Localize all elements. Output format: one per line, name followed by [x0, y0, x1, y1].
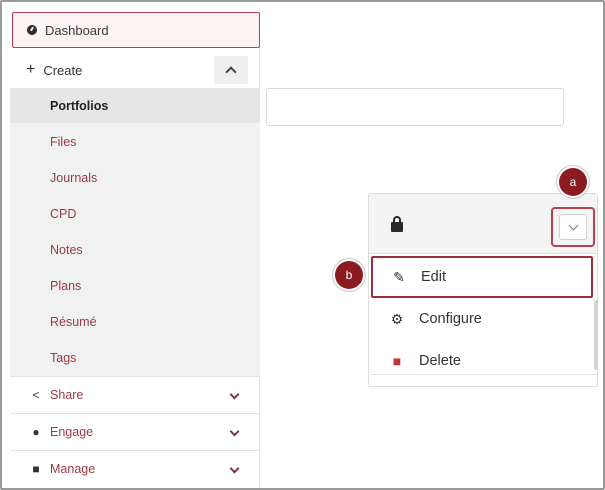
text-field[interactable]: [266, 88, 564, 126]
submenu-item-label: Journals: [50, 170, 98, 185]
chevron-down-icon: [568, 220, 578, 230]
share-label: Share: [50, 388, 84, 402]
callout-badge-a: a: [559, 168, 587, 196]
submenu-item-label: Portfolios: [50, 98, 109, 113]
submenu-item-resume[interactable]: Résumé: [10, 304, 260, 339]
sidebar-item-engage[interactable]: ● Engage: [10, 413, 260, 450]
chevron-down-icon: [229, 463, 240, 474]
create-label: Create: [43, 62, 83, 78]
menu-item-configure[interactable]: ⚙ Configure: [371, 298, 593, 340]
cogs-icon: ⚙: [390, 310, 404, 327]
trash-icon: ■: [392, 353, 402, 369]
submenu-item-cpd[interactable]: CPD: [10, 196, 260, 231]
menu-item-edit[interactable]: ✎ Edit: [371, 256, 593, 298]
dashboard-icon: [27, 25, 37, 35]
menu-item-label: Delete: [419, 353, 461, 369]
sidebar-item-create[interactable]: + Create: [10, 52, 260, 88]
menu-item-label: Edit: [421, 269, 446, 285]
people-icon: ●: [32, 425, 40, 439]
submenu-item-label: Tags: [50, 350, 77, 365]
engage-label: Engage: [50, 425, 94, 439]
submenu-item-label: Résumé: [50, 314, 97, 329]
toggle-inner: [559, 214, 587, 240]
submenu-item-notes[interactable]: Notes: [10, 232, 260, 267]
scrollbar[interactable]: [594, 300, 598, 370]
create-submenu: Portfolios Files Journals CPD Notes Plan…: [10, 88, 260, 376]
submenu-item-label: CPD: [50, 206, 77, 221]
sidebar-item-manage[interactable]: ■ Manage: [10, 450, 260, 487]
submenu-item-tags[interactable]: Tags: [10, 340, 260, 375]
submenu-item-files[interactable]: Files: [10, 124, 260, 159]
submenu-item-plans[interactable]: Plans: [10, 268, 260, 303]
submenu-item-portfolios[interactable]: Portfolios: [10, 88, 260, 123]
submenu-item-label: Notes: [50, 242, 83, 257]
submenu-item-label: Plans: [50, 278, 82, 293]
sidebar-nav: Dashboard + Create Portfolios Files Jour…: [10, 10, 260, 488]
callout-badge-b: b: [335, 261, 363, 289]
sidebar-item-dashboard[interactable]: Dashboard: [12, 12, 260, 48]
submenu-item-label: Files: [50, 134, 77, 149]
chevron-down-icon: [229, 389, 240, 400]
briefcase-icon: ■: [32, 462, 40, 476]
share-icon: <: [32, 388, 40, 402]
submenu-item-journals[interactable]: Journals: [10, 160, 260, 195]
plus-icon: +: [26, 61, 36, 78]
dashboard-label: Dashboard: [45, 22, 109, 38]
menu-divider: [371, 374, 597, 375]
chevron-down-icon: [229, 426, 240, 437]
menu-item-label: Configure: [419, 311, 482, 327]
pencil-icon: ✎: [393, 268, 405, 285]
lock-icon: [391, 216, 403, 232]
actions-dropdown-menu: ✎ Edit ⚙ Configure ■ Delete: [371, 254, 593, 374]
menu-item-delete[interactable]: ■ Delete: [371, 340, 593, 382]
card-actions-toggle-button[interactable]: [551, 207, 595, 247]
create-collapse-toggle[interactable]: [214, 56, 248, 84]
sidebar-item-share[interactable]: < Share: [10, 376, 260, 413]
manage-label: Manage: [50, 462, 96, 476]
chevron-up-icon: [225, 66, 237, 78]
